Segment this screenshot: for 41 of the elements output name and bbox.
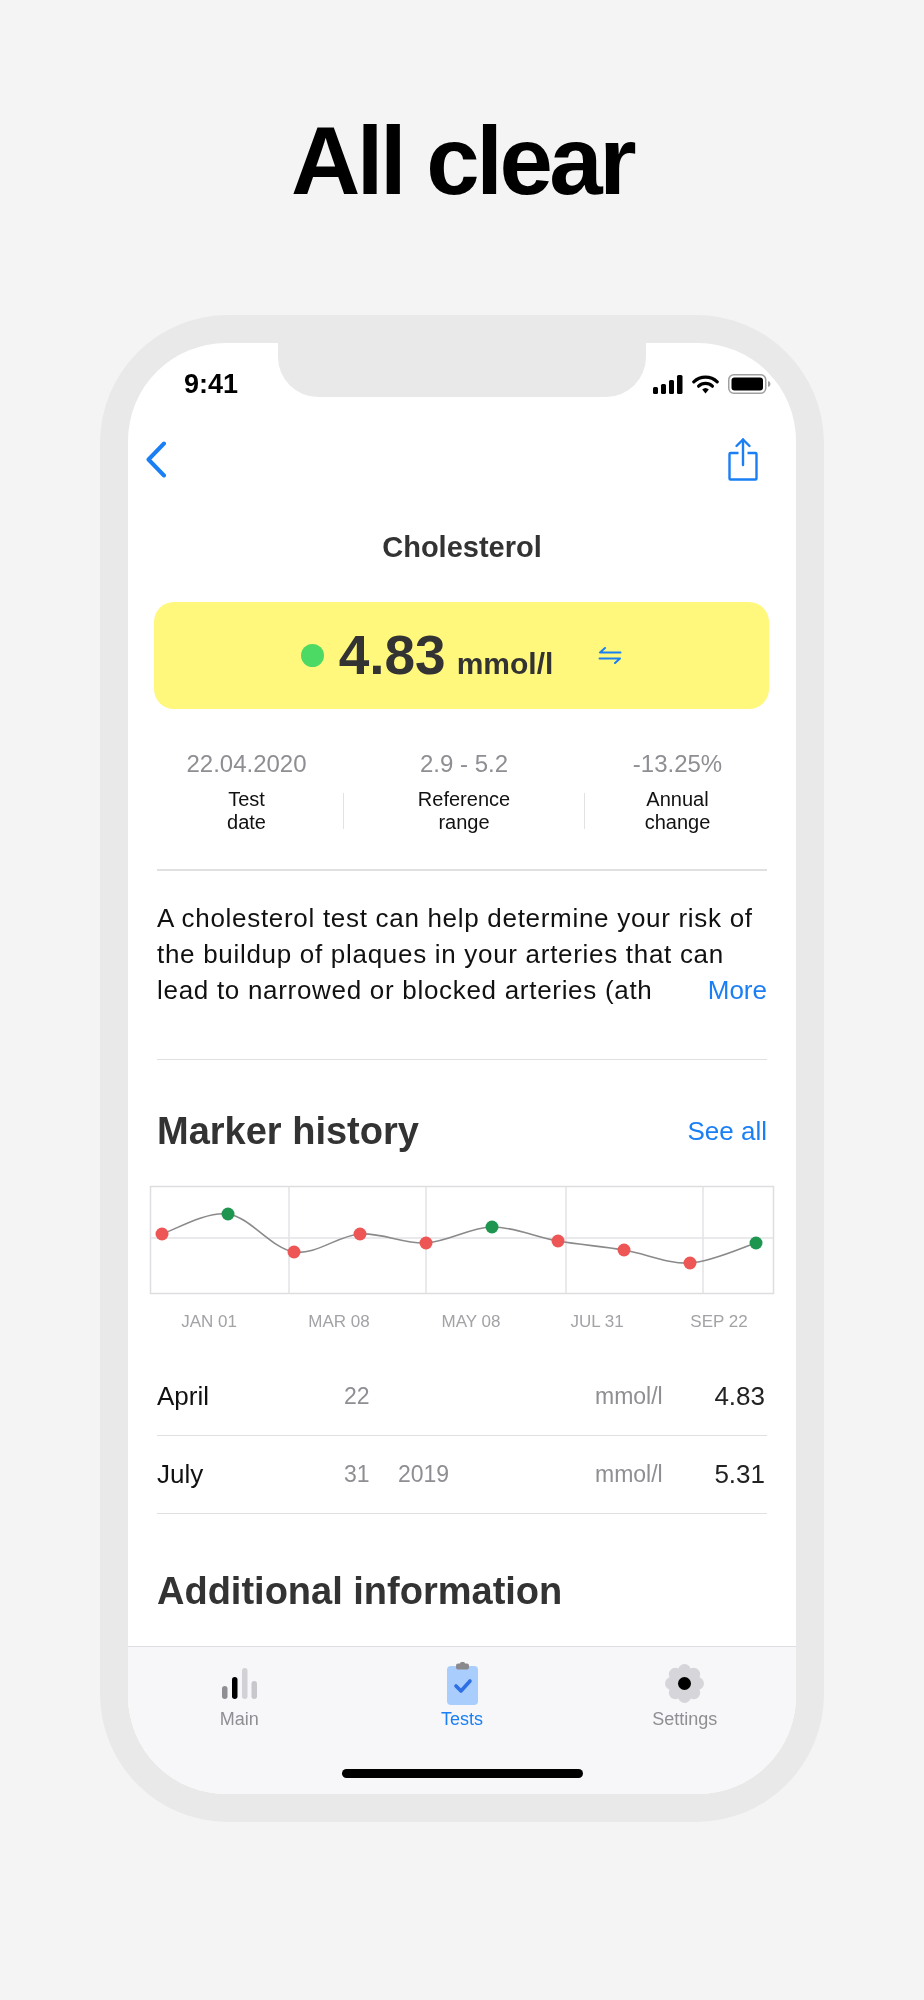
stat-label: Test date [227, 788, 266, 834]
wifi-icon [692, 374, 719, 394]
unit-label: mmol/l [595, 1383, 664, 1410]
description-text: A cholesterol test can help determine your risk of the buildup of plaques in your arteries that can lead to narrowed or blocked arteries (ath More [157, 899, 767, 1008]
see-all-link[interactable]: See all [687, 1116, 767, 1146]
result-value: 4.83 [338, 628, 446, 683]
tab[interactable]: Settings [573, 1647, 796, 1730]
axis-label: JUL 31 [570, 1312, 624, 1331]
month-label: April [157, 1381, 210, 1412]
day-label: 22 [344, 1383, 371, 1410]
axis-label: SEP 22 [690, 1312, 748, 1331]
gear-icon [665, 1664, 705, 1703]
share-icon[interactable] [728, 437, 758, 481]
signal-icon [653, 374, 683, 394]
back-icon[interactable] [145, 440, 167, 478]
value-text: 5.31 [713, 1459, 765, 1490]
tab[interactable]: Tests [350, 1647, 574, 1730]
section-title: Additional information [157, 1569, 564, 1613]
battery-icon [728, 374, 771, 394]
year-label: 2019 [398, 1461, 450, 1487]
bar-chart-icon [221, 1668, 257, 1699]
status-time: 9:41 [184, 370, 239, 398]
value-text: 4.83 [713, 1381, 765, 1412]
day-label: 31 [344, 1461, 371, 1488]
axis-label: JAN 01 [181, 1312, 237, 1331]
stat-value: 22.04.2020 [186, 750, 307, 778]
headline: All clear [290, 113, 633, 209]
axis-label: MAY 08 [441, 1312, 501, 1331]
result-unit: mmol/l [456, 649, 554, 679]
stat-value: 2.9 - 5.2 [419, 750, 509, 778]
month-label: July [157, 1459, 205, 1490]
more-link[interactable]: More [707, 971, 767, 1008]
stat-value: -13.25% [632, 750, 723, 778]
section-title: Marker history [157, 1109, 419, 1153]
tab[interactable]: Main [128, 1647, 351, 1730]
axis-label: MAR 08 [308, 1312, 370, 1331]
stat-label: Reference range [417, 788, 511, 834]
page-title: Cholesterol [382, 530, 542, 564]
unit-label: mmol/l [595, 1461, 664, 1488]
stat-label: Annual change [644, 788, 711, 834]
clipboard-check-icon [446, 1662, 478, 1705]
